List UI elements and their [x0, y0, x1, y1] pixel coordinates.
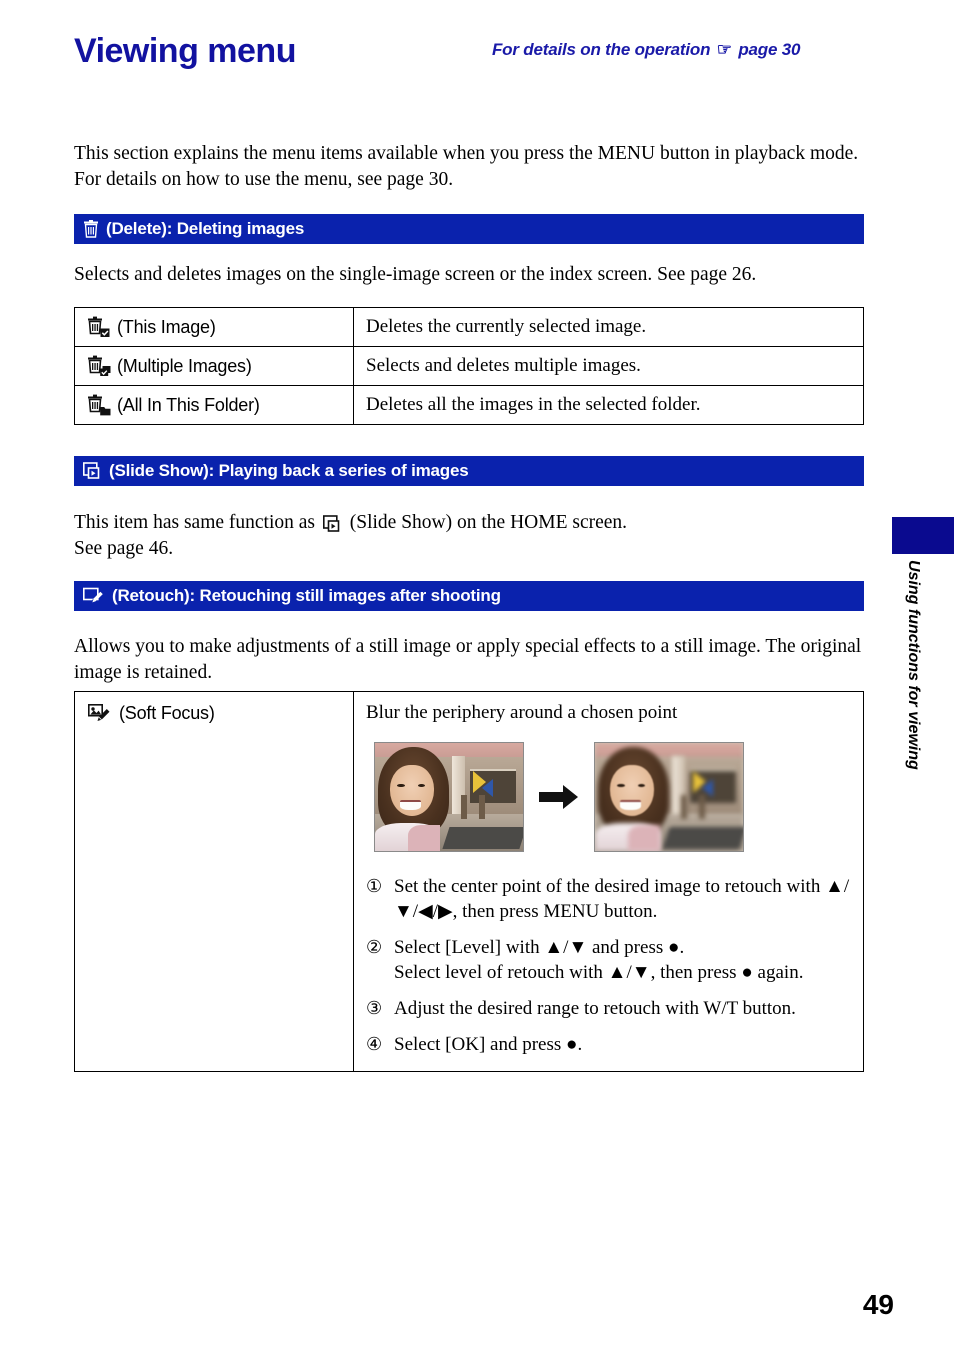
table-cell-name-label: (This Image) — [117, 316, 216, 337]
retouch-options-table: (Soft Focus) Blur the periphery around a… — [74, 691, 864, 1072]
slideshow-paragraph: This item has same function as (Slide Sh… — [74, 510, 864, 562]
table-cell-name-label: (All In This Folder) — [117, 394, 260, 415]
step-number: ① — [366, 876, 383, 896]
trash-icon — [83, 220, 99, 238]
pointing-hand-icon: ☞ — [716, 40, 732, 59]
table-cell-name-label: (Multiple Images) — [117, 355, 252, 376]
step-text: Set the center point of the desired imag… — [394, 876, 850, 922]
page-title: Viewing menu — [74, 32, 296, 70]
list-item: ② Select [Level] with ▲/▼ and press ●. S… — [366, 935, 851, 985]
section-bar-delete: (Delete): Deleting images — [74, 214, 864, 244]
table-row: (Soft Focus) Blur the periphery around a… — [74, 691, 864, 1072]
slideshow-paragraph-line2: See page 46. — [74, 538, 174, 559]
sample-photo-after — [594, 742, 744, 852]
delete-paragraph: Selects and deletes images on the single… — [74, 264, 757, 285]
soft-focus-samples — [374, 742, 851, 852]
section-bar-retouch: (Retouch): Retouching still images after… — [74, 581, 864, 611]
table-cell-description: Deletes the currently selected image. — [353, 307, 864, 347]
side-tab-block — [892, 517, 954, 554]
side-tab-label: Using functions for viewing — [905, 560, 922, 770]
section-bar-slideshow: (Slide Show): Playing back a series of i… — [74, 456, 864, 486]
table-row: (All In This Folder) Deletes all the ima… — [74, 385, 864, 425]
intro-paragraph: This section explains the menu items ava… — [74, 143, 859, 190]
step-text: Select [Level] with ▲/▼ and press ●. Sel… — [394, 937, 804, 983]
step-number: ③ — [366, 998, 383, 1018]
table-row: (Multiple Images) Selects and deletes mu… — [74, 346, 864, 386]
table-cell-name: (All In This Folder) — [74, 385, 354, 425]
step-number: ② — [366, 937, 383, 957]
header-note-suffix: page 30 — [738, 40, 801, 59]
trash-check-icon — [87, 316, 111, 338]
page-number: 49 — [862, 1289, 894, 1320]
header-note-prefix: For details on the operation — [492, 40, 710, 59]
slideshow-paragraph-part2: (Slide Show) on the HOME screen. — [349, 512, 628, 533]
section-bar-retouch-label: (Retouch): Retouching still images after… — [112, 586, 501, 605]
sample-photo-before — [374, 742, 524, 852]
header-note-text: For details on the operation — [492, 40, 711, 59]
slideshow-paragraph-part1: This item has same function as — [74, 512, 315, 533]
section-bar-slideshow-label: (Slide Show): Playing back a series of i… — [109, 461, 469, 480]
step-number: ④ — [366, 1034, 383, 1054]
table-cell-description-label: Deletes the currently selected image. — [366, 316, 647, 337]
list-item: ① Set the center point of the desired im… — [366, 874, 851, 924]
soft-focus-icon — [87, 702, 113, 724]
trash-multi-icon — [87, 355, 111, 377]
table-cell-description-label: Selects and deletes multiple images. — [366, 355, 641, 376]
delete-options-table: (This Image) Deletes the currently selec… — [74, 307, 864, 425]
soft-focus-steps: ① Set the center point of the desired im… — [366, 874, 851, 1057]
slide-show-icon — [322, 514, 342, 533]
table-cell-name: (This Image) — [74, 307, 354, 347]
table-row: (This Image) Deletes the currently selec… — [74, 307, 864, 347]
table-cell-description: Blur the periphery around a chosen point — [353, 691, 864, 1072]
soft-focus-description: Blur the periphery around a chosen point — [366, 702, 678, 723]
retouch-paragraph: Allows you to make adjustments of a stil… — [74, 636, 862, 683]
right-arrow-icon — [524, 784, 594, 810]
document-page: Viewing menu For details on the operatio… — [0, 0, 954, 1357]
table-cell-description: Deletes all the images in the selected f… — [353, 385, 864, 425]
section-bar-delete-label: (Delete): Deleting images — [106, 219, 305, 238]
table-cell-name-label: (Soft Focus) — [119, 702, 215, 723]
table-cell-description-label: Deletes all the images in the selected f… — [366, 394, 701, 415]
list-item: ④ Select [OK] and press ●. — [366, 1032, 851, 1057]
table-cell-name: (Multiple Images) — [74, 346, 354, 386]
step-text: Adjust the desired range to retouch with… — [394, 998, 796, 1019]
table-cell-description: Selects and deletes multiple images. — [353, 346, 864, 386]
trash-folder-icon — [87, 394, 111, 416]
step-text: Select [OK] and press ●. — [394, 1034, 583, 1055]
table-cell-name: (Soft Focus) — [74, 691, 354, 1072]
header-note: For details on the operation ☞ page 30 — [492, 40, 800, 60]
retouch-icon — [83, 587, 105, 605]
list-item: ③ Adjust the desired range to retouch wi… — [366, 996, 851, 1021]
slide-show-icon — [83, 462, 102, 480]
